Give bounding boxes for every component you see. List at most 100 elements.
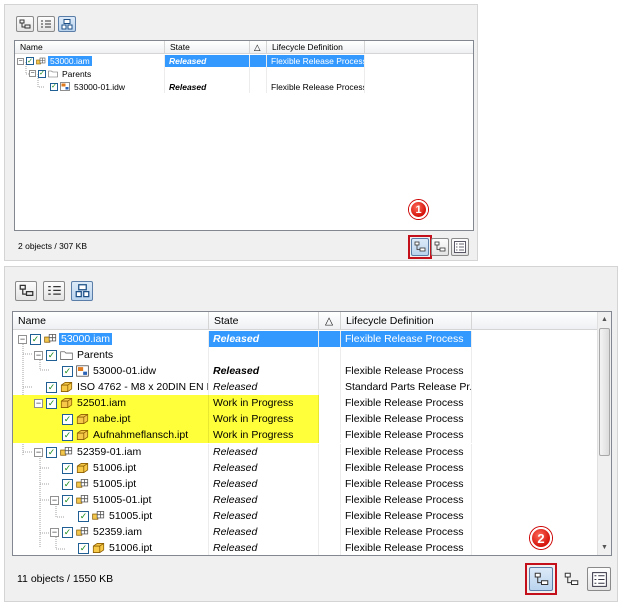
callout-badge: 1 <box>409 200 428 219</box>
column-header-name[interactable]: Name <box>13 312 209 329</box>
name-cell: ✓ 51005.ipt <box>13 508 209 524</box>
row-name: 51005.ipt <box>93 478 137 490</box>
row-checkbox[interactable]: ✓ <box>62 462 73 474</box>
row-name: 52359.iam <box>93 526 143 538</box>
scroll-down-arrow-icon[interactable]: ▼ <box>598 541 611 554</box>
tree-view-button[interactable] <box>15 281 37 301</box>
row-name: nabe.ipt <box>93 413 131 425</box>
hierarchy-icon <box>414 241 426 252</box>
tree-view-icon <box>19 19 31 28</box>
row-checkbox[interactable]: ✓ <box>62 494 73 506</box>
column-header-state[interactable]: State <box>209 312 319 329</box>
lifecycle-cell: Flexible Release Process <box>341 331 472 347</box>
collapse-toggle[interactable]: − <box>29 70 36 77</box>
table-row[interactable]: − ✓ 52359-01.iam Released Flexible Relea… <box>13 444 472 460</box>
collapse-toggle[interactable]: − <box>34 350 43 360</box>
uses-view-button[interactable] <box>559 567 583 591</box>
table-row[interactable]: − ✓ 52359.iam Released Flexible Release … <box>13 524 472 540</box>
table-row[interactable]: ✓ nabe.ipt Work in Progress <box>13 411 319 427</box>
collapse-toggle[interactable]: − <box>18 334 27 344</box>
sort-cell <box>250 55 267 67</box>
name-cell: ✓ nabe.ipt <box>13 411 209 427</box>
vertical-scrollbar[interactable]: ▲ ▼ <box>597 312 611 555</box>
row-checkbox[interactable]: ✓ <box>62 478 73 490</box>
row-checkbox[interactable]: ✓ <box>62 429 73 441</box>
row-checkbox[interactable]: ✓ <box>46 381 57 393</box>
column-header-state[interactable]: State <box>165 41 250 53</box>
assembly-icon <box>92 510 105 522</box>
sort-cell <box>319 363 341 379</box>
state-cell: Released <box>165 80 250 93</box>
row-checkbox[interactable]: ✓ <box>62 365 73 377</box>
row-checkbox[interactable]: ✓ <box>50 82 58 91</box>
column-header-lifecycle[interactable]: Lifecycle Definition <box>341 312 472 329</box>
status-text: 11 objects / 1550 KB <box>17 573 114 585</box>
assembly-icon <box>60 446 73 458</box>
collapse-toggle[interactable]: − <box>34 398 43 408</box>
row-name: Aufnahmeflansch.ipt <box>93 429 189 441</box>
name-cell: ✓ 51005.ipt <box>13 476 209 492</box>
collapse-toggle[interactable]: − <box>50 527 59 537</box>
column-header-lifecycle[interactable]: Lifecycle Definition <box>267 41 365 53</box>
table-row[interactable]: − ✓ Parents <box>15 67 365 80</box>
details-view-button[interactable] <box>451 238 469 256</box>
structure-view-button[interactable] <box>71 281 93 301</box>
table-row-tail: Flexible Release Process <box>319 427 472 443</box>
lifecycle-cell: Flexible Release Process <box>341 427 472 443</box>
row-checkbox[interactable]: ✓ <box>38 69 46 78</box>
name-cell: ✓ ISO 4762 - M8 x 20DIN EN I... <box>13 379 209 395</box>
sort-cell <box>319 540 341 555</box>
row-checkbox[interactable]: ✓ <box>78 510 89 522</box>
tree-view-button[interactable] <box>16 16 34 32</box>
column-header-name[interactable]: Name <box>15 41 165 53</box>
row-name: 53000.iam <box>48 56 92 66</box>
name-cell: − ✓ 52359.iam <box>13 524 209 540</box>
table-row[interactable]: − ✓ 53000.iam Released Flexible Release … <box>13 331 472 347</box>
row-checkbox[interactable]: ✓ <box>26 57 34 65</box>
list-view-button[interactable] <box>43 281 65 301</box>
table-row[interactable]: ✓ 51006.ipt Released Flexible Release Pr… <box>13 460 472 476</box>
table-row[interactable]: ✓ 53000-01.idw Released Flexible Release… <box>15 80 365 93</box>
row-checkbox[interactable]: ✓ <box>78 542 89 554</box>
row-name: 53000-01.idw <box>93 365 157 377</box>
state-cell: Released <box>209 363 319 379</box>
sort-cell <box>319 460 341 476</box>
part-icon <box>60 381 73 393</box>
parent-children-view-button[interactable] <box>529 567 553 591</box>
row-checkbox[interactable]: ✓ <box>62 413 73 425</box>
sort-indicator-icon[interactable]: △ <box>319 312 341 329</box>
table-row[interactable]: ✓ ISO 4762 - M8 x 20DIN EN I... Released… <box>13 379 472 395</box>
table-row[interactable]: ✓ Aufnahmeflansch.ipt Work in Progress <box>13 427 319 443</box>
scroll-thumb[interactable] <box>599 328 610 456</box>
collapse-toggle[interactable]: − <box>34 447 43 457</box>
table-row[interactable]: ✓ 51005.ipt Released Flexible Release Pr… <box>13 508 472 524</box>
table-row[interactable]: − ✓ 51005-01.ipt Released Flexible Relea… <box>13 492 472 508</box>
structure-view-button[interactable] <box>58 16 76 32</box>
table-row[interactable]: ✓ 51005.ipt Released Flexible Release Pr… <box>13 476 472 492</box>
sort-indicator-icon[interactable]: △ <box>250 41 267 53</box>
collapse-toggle[interactable]: − <box>50 495 59 505</box>
uses-view-button[interactable] <box>431 238 449 256</box>
table-row[interactable]: ✓ 53000-01.idw Released Flexible Release… <box>13 363 472 379</box>
row-checkbox[interactable]: ✓ <box>62 526 73 538</box>
scroll-up-arrow-icon[interactable]: ▲ <box>598 313 611 326</box>
list-view-button[interactable] <box>37 16 55 32</box>
row-checkbox[interactable]: ✓ <box>46 349 57 361</box>
row-name: 51006.ipt <box>93 462 137 474</box>
row-checkbox[interactable]: ✓ <box>30 333 41 345</box>
row-checkbox[interactable]: ✓ <box>46 397 57 409</box>
lifecycle-cell: Flexible Release Process <box>341 492 472 508</box>
details-view-button[interactable] <box>587 567 611 591</box>
state-cell: Released <box>209 492 319 508</box>
table-row[interactable]: − ✓ 53000.iam Released Flexible Release … <box>15 55 365 67</box>
row-name: Parents <box>77 349 114 361</box>
list-icon <box>41 20 51 27</box>
table-row[interactable]: − ✓ 52501.iam Work in Progress <box>13 395 319 411</box>
table-row[interactable]: − ✓ Parents <box>13 347 472 363</box>
folder-icon <box>48 69 58 78</box>
table-row[interactable]: ✓ 51006.ipt Released Flexible Release Pr… <box>13 540 472 555</box>
collapse-toggle[interactable]: − <box>17 57 24 65</box>
folder-icon <box>60 349 73 361</box>
row-checkbox[interactable]: ✓ <box>46 446 57 458</box>
parent-children-view-button[interactable] <box>411 238 429 256</box>
